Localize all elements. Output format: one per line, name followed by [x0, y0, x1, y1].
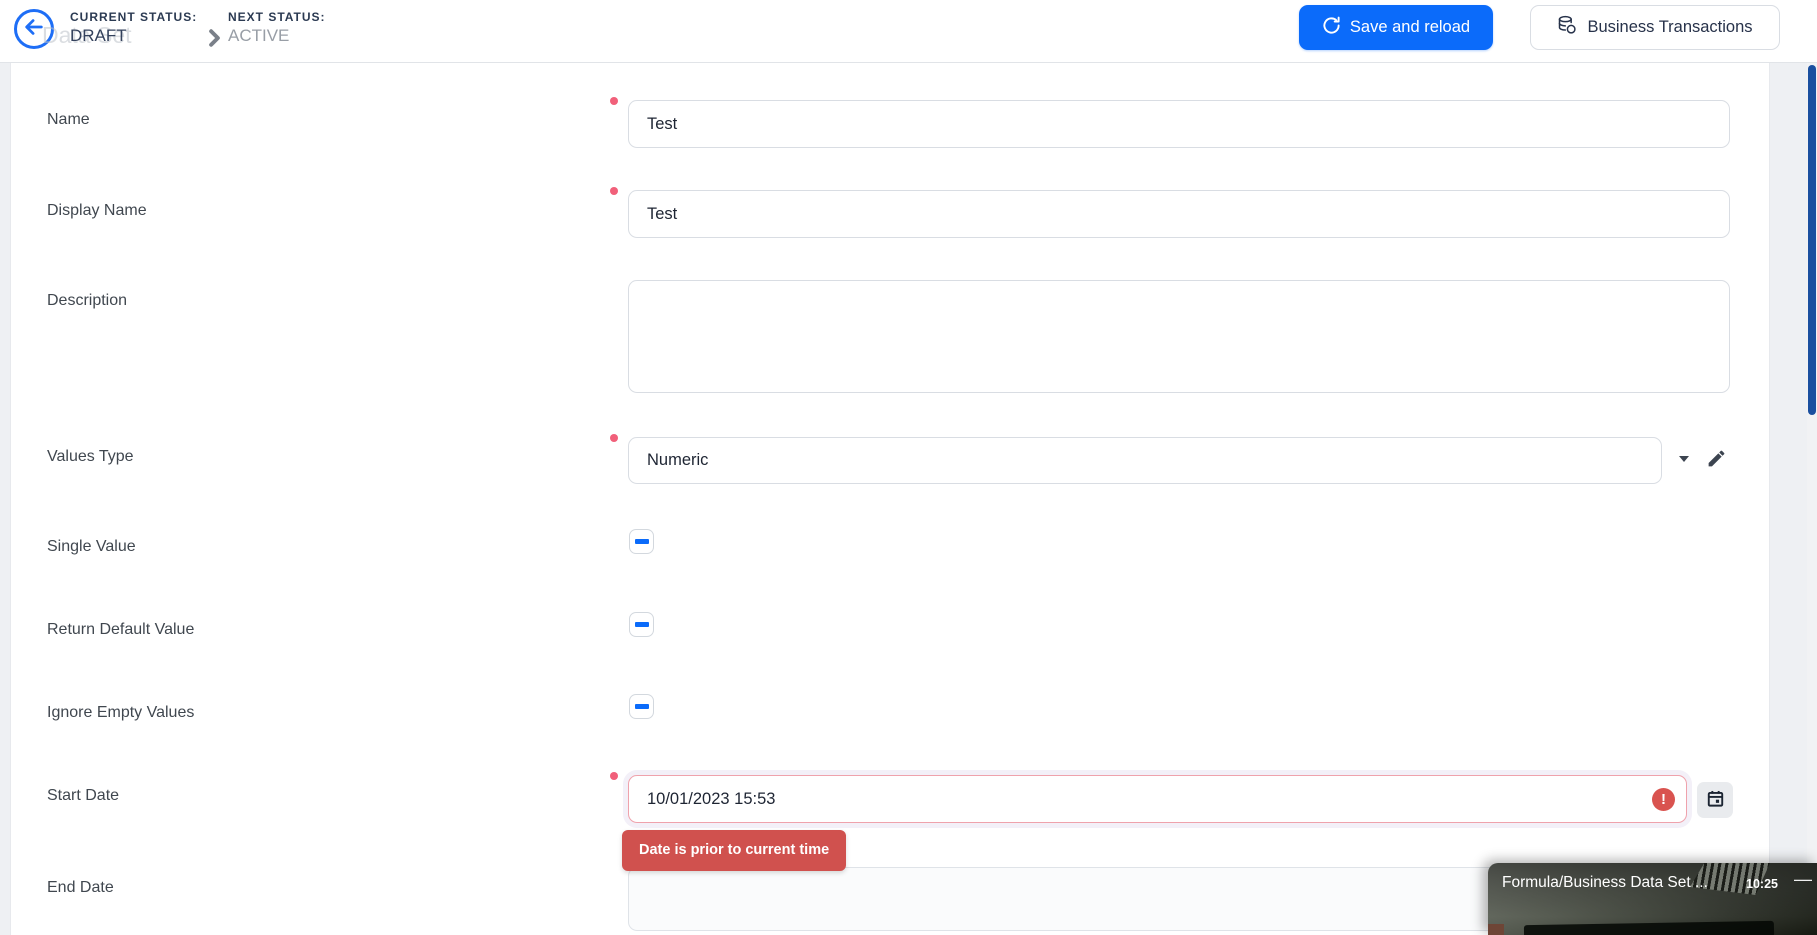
values-type-select[interactable]: Numeric [628, 437, 1662, 484]
edit-pencil-icon[interactable] [1706, 448, 1727, 474]
ignore-empty-values-label: Ignore Empty Values [47, 704, 194, 722]
return-default-value-checkbox[interactable] [629, 612, 654, 637]
current-status-label: CURRENT STATUS: [70, 10, 197, 24]
video-duration-badge: 10:25 [1746, 877, 1778, 891]
thumbnail-wood-shape [1488, 924, 1504, 935]
refresh-icon [1322, 16, 1341, 40]
next-status-label: NEXT STATUS: [228, 10, 326, 24]
top-header: Data Set CURRENT STATUS: DRAFT NEXT STAT… [0, 0, 1817, 63]
start-date-label: Start Date [47, 787, 119, 805]
current-status-value: DRAFT [70, 26, 127, 46]
video-pip-overlay[interactable]: Formula/Business Data Set ... 10:25 — [1488, 863, 1817, 935]
end-date-label: End Date [47, 879, 114, 897]
business-transactions-label: Business Transactions [1587, 18, 1752, 37]
required-dot [610, 772, 618, 780]
return-default-value-label: Return Default Value [47, 621, 194, 639]
next-status-value: ACTIVE [228, 26, 289, 46]
date-error-tooltip: Date is prior to current time [622, 830, 846, 871]
display-name-input[interactable] [628, 190, 1730, 238]
single-value-label: Single Value [47, 538, 136, 556]
ignore-empty-values-checkbox[interactable] [629, 694, 654, 719]
required-dot [610, 187, 618, 195]
video-title: Formula/Business Data Set ... [1502, 874, 1708, 892]
indeterminate-dash-icon [635, 539, 649, 544]
chevron-right-icon [207, 29, 222, 52]
coins-icon [1557, 15, 1577, 40]
description-textarea[interactable] [628, 280, 1730, 393]
thumbnail-dark-shape [1524, 921, 1774, 935]
calendar-picker-button[interactable] [1697, 782, 1733, 818]
indeterminate-dash-icon [635, 622, 649, 627]
name-input[interactable] [628, 100, 1730, 148]
single-value-checkbox[interactable] [629, 529, 654, 554]
save-button-label: Save and reload [1350, 18, 1470, 37]
indeterminate-dash-icon [635, 704, 649, 709]
name-label: Name [47, 111, 90, 129]
values-type-selected-value: Numeric [647, 451, 708, 470]
minimize-icon[interactable]: — [1794, 869, 1812, 890]
business-transactions-button[interactable]: Business Transactions [1530, 5, 1780, 50]
save-and-reload-button[interactable]: Save and reload [1299, 5, 1493, 50]
start-date-input[interactable] [628, 775, 1687, 823]
error-exclamation-icon: ! [1652, 788, 1675, 811]
required-dot [610, 97, 618, 105]
values-type-label: Values Type [47, 448, 134, 466]
display-name-label: Display Name [47, 202, 147, 220]
dropdown-caret-icon[interactable] [1676, 451, 1692, 472]
required-dot [610, 434, 618, 442]
scrollbar-track[interactable] [1807, 63, 1817, 935]
calendar-icon [1706, 789, 1725, 811]
scrollbar-thumb[interactable] [1808, 65, 1816, 415]
description-label: Description [47, 292, 127, 310]
